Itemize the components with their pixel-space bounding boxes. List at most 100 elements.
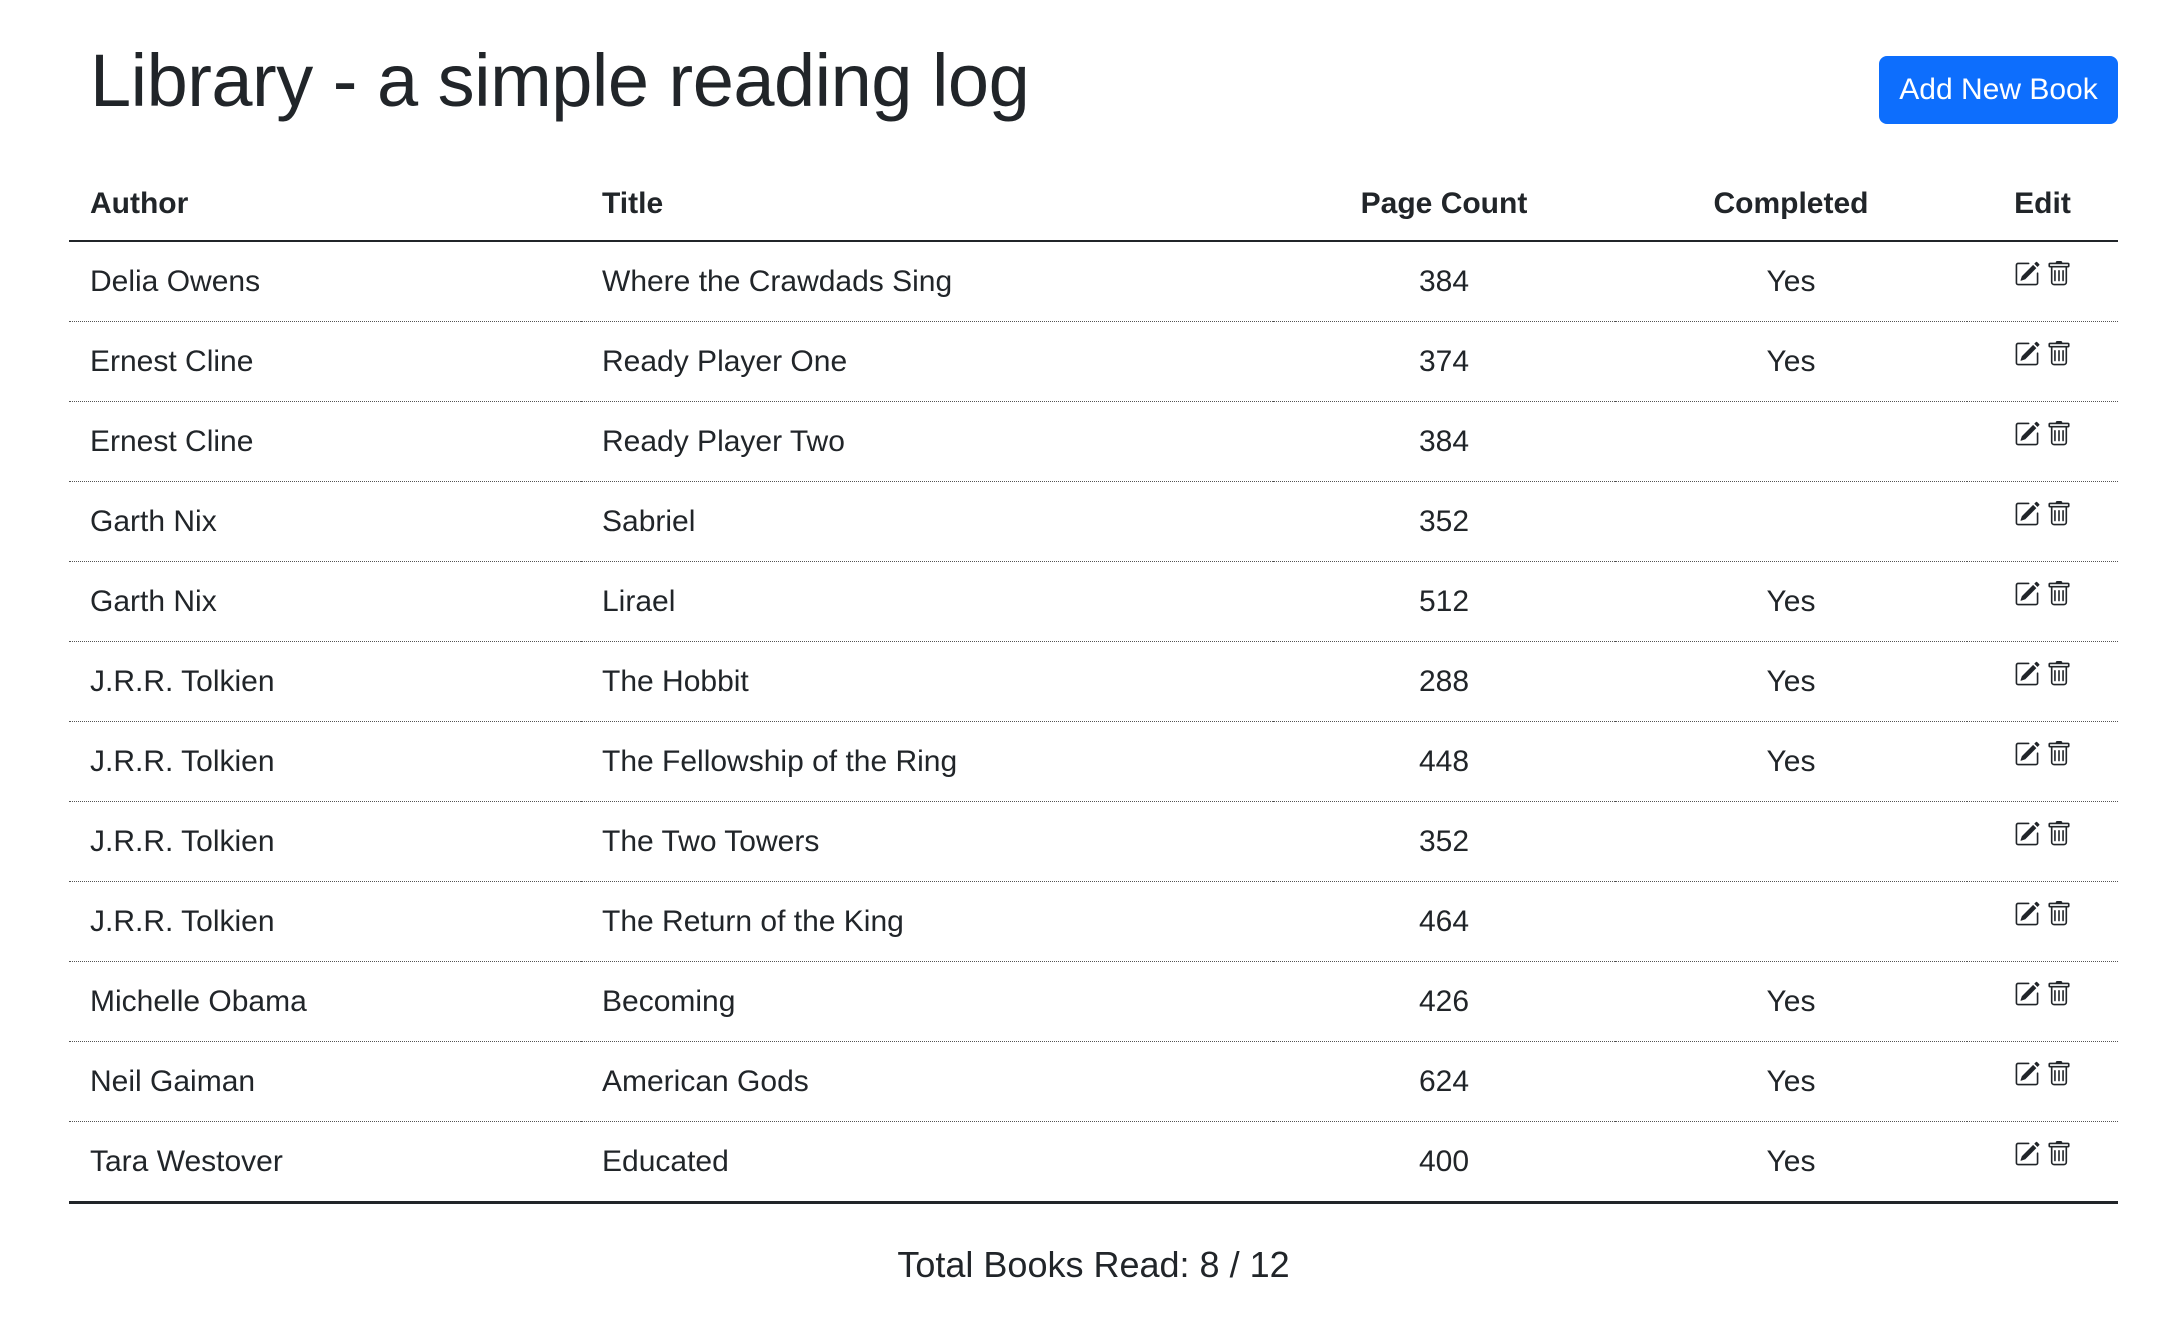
edit-icon[interactable] — [2014, 981, 2040, 1007]
edit-cell — [1967, 401, 2118, 482]
trash-icon[interactable] — [2046, 260, 2072, 287]
page-count-cell: 374 — [1273, 321, 1615, 402]
completed-cell: Yes — [1615, 561, 1967, 642]
edit-cell — [1967, 641, 2118, 722]
completed-cell: Yes — [1615, 1041, 1967, 1122]
page-count-cell: 352 — [1273, 801, 1615, 882]
table-row: J.R.R. Tolkien The Fellowship of the Rin… — [69, 721, 2118, 802]
edit-cell — [1967, 721, 2118, 802]
title-cell: Ready Player Two — [581, 401, 1273, 482]
table-row: Tara Westover Educated 400 Yes — [69, 1121, 2118, 1204]
table-row: Delia Owens Where the Crawdads Sing 384 … — [69, 241, 2118, 322]
edit-cell — [1967, 1121, 2118, 1204]
edit-icon[interactable] — [2014, 501, 2040, 527]
author-cell: J.R.R. Tolkien — [69, 801, 581, 882]
author-cell: Neil Gaiman — [69, 1041, 581, 1122]
completed-cell: Yes — [1615, 961, 1967, 1042]
edit-icon[interactable] — [2014, 341, 2040, 367]
add-new-book-button[interactable]: Add New Book — [1879, 56, 2118, 124]
author-cell: Garth Nix — [69, 561, 581, 642]
table-row: J.R.R. Tolkien The Hobbit 288 Yes — [69, 641, 2118, 722]
row-actions — [2014, 420, 2072, 447]
table-row: Ernest Cline Ready Player Two 384 — [69, 401, 2118, 482]
trash-icon[interactable] — [2046, 740, 2072, 767]
table-header: Author Title Page Count Completed Edit — [69, 168, 2118, 242]
author-cell: Michelle Obama — [69, 961, 581, 1042]
row-actions — [2014, 1140, 2072, 1167]
edit-icon[interactable] — [2014, 261, 2040, 287]
trash-icon[interactable] — [2046, 1140, 2072, 1167]
row-actions — [2014, 660, 2072, 687]
edit-icon[interactable] — [2014, 1141, 2040, 1167]
row-actions — [2014, 900, 2072, 927]
edit-icon[interactable] — [2014, 1061, 2040, 1087]
page-count-cell: 624 — [1273, 1041, 1615, 1122]
title-cell: American Gods — [581, 1041, 1273, 1122]
edit-icon[interactable] — [2014, 901, 2040, 927]
title-cell: Ready Player One — [581, 321, 1273, 402]
row-actions — [2014, 500, 2072, 527]
edit-cell — [1967, 801, 2118, 882]
author-cell: J.R.R. Tolkien — [69, 721, 581, 802]
author-cell: J.R.R. Tolkien — [69, 881, 581, 962]
edit-cell — [1967, 881, 2118, 962]
page-header: Library - a simple reading log Add New B… — [69, 0, 2118, 168]
title-cell: The Return of the King — [581, 881, 1273, 962]
completed-cell: Yes — [1615, 641, 1967, 722]
completed-cell — [1615, 401, 1967, 482]
edit-icon[interactable] — [2014, 661, 2040, 687]
title-cell: Sabriel — [581, 481, 1273, 562]
completed-cell: Yes — [1615, 721, 1967, 802]
edit-cell — [1967, 321, 2118, 402]
page-count-cell: 288 — [1273, 641, 1615, 722]
edit-cell — [1967, 561, 2118, 642]
books-table: Author Title Page Count Completed Edit D… — [69, 168, 2118, 1204]
table-row: Neil Gaiman American Gods 624 Yes — [69, 1041, 2118, 1122]
table-body: Delia Owens Where the Crawdads Sing 384 … — [69, 241, 2118, 1204]
column-header-title: Title — [581, 168, 1273, 242]
trash-icon[interactable] — [2046, 340, 2072, 367]
trash-icon[interactable] — [2046, 820, 2072, 847]
trash-icon[interactable] — [2046, 1060, 2072, 1087]
row-actions — [2014, 980, 2072, 1007]
completed-cell — [1615, 881, 1967, 962]
trash-icon[interactable] — [2046, 900, 2072, 927]
page-count-cell: 384 — [1273, 401, 1615, 482]
trash-icon[interactable] — [2046, 500, 2072, 527]
edit-icon[interactable] — [2014, 581, 2040, 607]
row-actions — [2014, 820, 2072, 847]
page-count-cell: 512 — [1273, 561, 1615, 642]
trash-icon[interactable] — [2046, 580, 2072, 607]
column-header-completed: Completed — [1615, 168, 1967, 242]
trash-icon[interactable] — [2046, 660, 2072, 687]
edit-cell — [1967, 961, 2118, 1042]
title-cell: Lirael — [581, 561, 1273, 642]
completed-cell — [1615, 801, 1967, 882]
completed-cell: Yes — [1615, 241, 1967, 322]
title-cell: The Fellowship of the Ring — [581, 721, 1273, 802]
author-cell: Tara Westover — [69, 1121, 581, 1204]
completed-cell: Yes — [1615, 321, 1967, 402]
page-title: Library - a simple reading log — [90, 39, 1030, 122]
trash-icon[interactable] — [2046, 980, 2072, 1007]
edit-cell — [1967, 1041, 2118, 1122]
table-row: J.R.R. Tolkien The Return of the King 46… — [69, 881, 2118, 962]
edit-cell — [1967, 481, 2118, 562]
page-count-cell: 352 — [1273, 481, 1615, 562]
table-row: Ernest Cline Ready Player One 374 Yes — [69, 321, 2118, 402]
column-header-edit: Edit — [1967, 168, 2118, 242]
table-row: Michelle Obama Becoming 426 Yes — [69, 961, 2118, 1042]
row-actions — [2014, 580, 2072, 607]
page-count-cell: 426 — [1273, 961, 1615, 1042]
title-cell: The Hobbit — [581, 641, 1273, 722]
total-books-read: Total Books Read: 8 / 12 — [897, 1244, 1290, 1285]
title-cell: Educated — [581, 1121, 1273, 1204]
table-row: J.R.R. Tolkien The Two Towers 352 — [69, 801, 2118, 882]
edit-icon[interactable] — [2014, 421, 2040, 447]
row-actions — [2014, 1060, 2072, 1087]
trash-icon[interactable] — [2046, 420, 2072, 447]
edit-icon[interactable] — [2014, 821, 2040, 847]
edit-icon[interactable] — [2014, 741, 2040, 767]
author-cell: Ernest Cline — [69, 401, 581, 482]
row-actions — [2014, 340, 2072, 367]
